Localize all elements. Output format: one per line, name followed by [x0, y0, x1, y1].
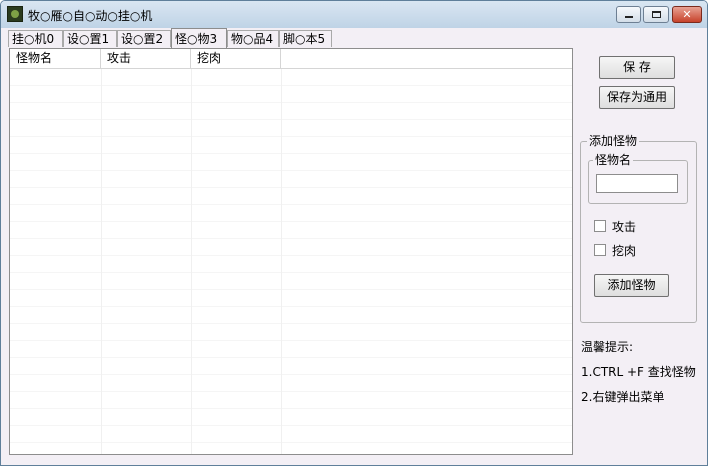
- grid-line: [191, 69, 192, 454]
- add-monster-group-title: 添加怪物: [587, 134, 640, 148]
- close-icon: ✕: [682, 8, 692, 21]
- list-header: 怪物名 攻击 挖肉: [10, 49, 572, 69]
- minimize-icon: [625, 16, 633, 18]
- tab-settings-1[interactable]: 设○置1: [63, 30, 117, 47]
- tab-script[interactable]: 脚○本5: [279, 30, 332, 47]
- app-icon: [7, 6, 23, 22]
- close-button[interactable]: ✕: [672, 6, 702, 23]
- grid-line: [281, 69, 282, 454]
- attack-checkbox-label[interactable]: 攻击: [612, 218, 636, 235]
- window-title: 牧○雁○自○动○挂○机: [28, 9, 153, 23]
- column-header-filler: [281, 49, 572, 68]
- maximize-button[interactable]: [643, 6, 669, 23]
- attack-checkbox[interactable]: [594, 220, 606, 232]
- monster-name-group-title: 怪物名: [593, 153, 634, 167]
- title-bar[interactable]: 牧○雁○自○动○挂○机 ✕: [1, 1, 707, 28]
- minimize-button[interactable]: [616, 6, 641, 23]
- tip-right-click: 2.右键弹出菜单: [581, 390, 665, 404]
- maximize-icon: [652, 11, 661, 18]
- column-header-attack[interactable]: 攻击: [101, 49, 191, 68]
- list-body[interactable]: [10, 69, 572, 454]
- save-button[interactable]: 保 存: [599, 56, 675, 79]
- main-window: 牧○雁○自○动○挂○机 ✕ 挂○机0 设○置1 设○置2 怪○物3 物○品4 脚…: [0, 0, 708, 466]
- column-header-monster-name[interactable]: 怪物名: [10, 49, 101, 68]
- dig-meat-checkbox[interactable]: [594, 244, 606, 256]
- add-monster-button[interactable]: 添加怪物: [594, 274, 669, 297]
- monster-list[interactable]: 怪物名 攻击 挖肉: [9, 48, 573, 455]
- tab-hangup[interactable]: 挂○机0: [8, 30, 63, 47]
- tip-ctrl-f: 1.CTRL +F 查找怪物: [581, 365, 696, 379]
- save-as-general-button[interactable]: 保存为通用: [599, 86, 675, 109]
- grid-line: [101, 69, 102, 454]
- tips-title: 温馨提示:: [581, 340, 634, 354]
- tab-items[interactable]: 物○品4: [227, 30, 279, 47]
- dig-meat-checkbox-label[interactable]: 挖肉: [612, 242, 636, 259]
- monster-name-input[interactable]: [596, 174, 678, 193]
- column-header-dig-meat[interactable]: 挖肉: [191, 49, 281, 68]
- tab-settings-2[interactable]: 设○置2: [117, 30, 171, 47]
- tab-monster[interactable]: 怪○物3: [171, 28, 227, 48]
